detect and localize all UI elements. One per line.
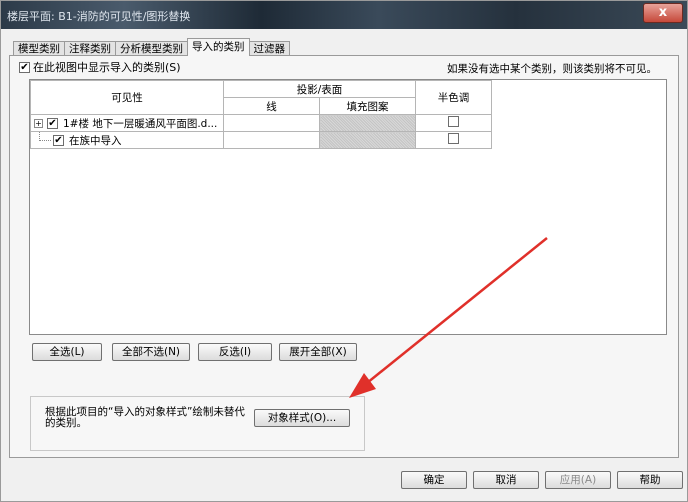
- halftone-checkbox[interactable]: [448, 116, 459, 127]
- header-lines: 线: [223, 97, 320, 115]
- object-styles-description: 根据此项目的“导入的对象样式”绘制未替代的类别。: [45, 406, 245, 429]
- halftone-cell: [415, 114, 492, 132]
- visibility-hint: 如果没有选中某个类别，则该类别将不可见。: [447, 63, 657, 75]
- tab-filters[interactable]: 过滤器: [248, 41, 290, 56]
- visibility-cell: + ✔ 1#楼 地下一层暖通风平面图.d...: [30, 114, 224, 132]
- fill-pattern-cell[interactable]: [319, 114, 416, 132]
- header-halftone: 半色调: [415, 80, 492, 115]
- tab-model-categories[interactable]: 模型类别: [13, 41, 65, 56]
- categories-table: 可见性 投影/表面 半色调 线 填充图案 + ✔ 1#楼 地下一层暖通风平面图.…: [30, 80, 492, 149]
- invert-button[interactable]: 反选(I): [198, 343, 272, 361]
- header-visibility: 可见性: [30, 80, 224, 115]
- row-visibility-checkbox[interactable]: ✔: [53, 134, 64, 146]
- select-none-button[interactable]: 全部不选(N): [112, 343, 190, 361]
- tab-strip: 模型类别 注释类别 分析模型类别 导入的类别 过滤器: [13, 38, 290, 56]
- help-button[interactable]: 帮助: [617, 471, 683, 489]
- select-all-button[interactable]: 全选(L): [32, 343, 102, 361]
- header-patterns: 填充图案: [319, 97, 416, 115]
- cancel-button[interactable]: 取消: [473, 471, 539, 489]
- header-projection-surface: 投影/表面: [223, 80, 416, 98]
- tab-imported-categories[interactable]: 导入的类别: [187, 38, 250, 56]
- table-row[interactable]: + ✔ 1#楼 地下一层暖通风平面图.d...: [30, 114, 492, 132]
- show-imported-label: 在此视图中显示导入的类别(S): [33, 61, 181, 74]
- apply-button[interactable]: 应用(A): [545, 471, 611, 489]
- visibility-graphics-dialog: 楼层平面: B1-消防的可见性/图形替换 x 模型类别 注释类别 分析模型类别 …: [0, 0, 688, 502]
- category-name: 1#楼 地下一层暖通风平面图.d...: [63, 117, 218, 130]
- expand-icon[interactable]: +: [34, 118, 43, 128]
- object-styles-group: 根据此项目的“导入的对象样式”绘制未替代的类别。 对象样式(O)...: [30, 396, 365, 451]
- window-title: 楼层平面: B1-消防的可见性/图形替换: [7, 10, 191, 23]
- row-visibility-checkbox[interactable]: ✔: [47, 117, 58, 129]
- tab-annotation-categories[interactable]: 注释类别: [64, 41, 116, 56]
- expand-all-button[interactable]: 展开全部(X): [279, 343, 357, 361]
- close-icon: x: [658, 5, 668, 20]
- line-override-cell[interactable]: [223, 114, 320, 132]
- fill-pattern-cell[interactable]: [319, 131, 416, 149]
- halftone-checkbox[interactable]: [448, 133, 459, 144]
- object-styles-button[interactable]: 对象样式(O)...: [254, 409, 350, 427]
- visibility-cell: ✔ 在族中导入: [30, 131, 224, 149]
- title-bar: 楼层平面: B1-消防的可见性/图形替换 x: [1, 1, 687, 29]
- close-button[interactable]: x: [643, 3, 683, 23]
- categories-grid: 可见性 投影/表面 半色调 线 填充图案 + ✔ 1#楼 地下一层暖通风平面图.…: [29, 79, 667, 335]
- line-override-cell[interactable]: [223, 131, 320, 149]
- tab-analytical-model-categories[interactable]: 分析模型类别: [115, 41, 188, 56]
- tree-connector-icon: [39, 131, 51, 141]
- checkbox-checked-icon[interactable]: ✔: [19, 61, 30, 73]
- table-row[interactable]: ✔ 在族中导入: [30, 131, 492, 149]
- halftone-cell: [415, 131, 492, 149]
- show-imported-checkbox[interactable]: ✔ 在此视图中显示导入的类别(S): [19, 59, 181, 75]
- category-name: 在族中导入: [69, 134, 122, 147]
- ok-button[interactable]: 确定: [401, 471, 467, 489]
